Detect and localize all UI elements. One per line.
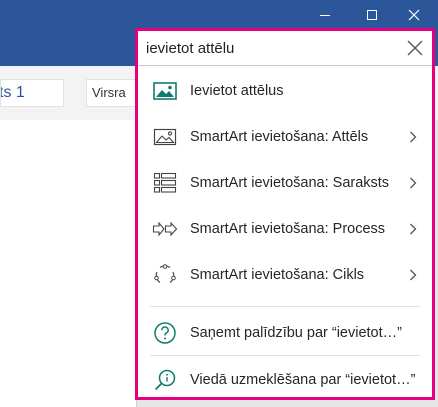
result-smartart-process[interactable]: SmartArt ievietošana: Process <box>138 206 432 252</box>
chevron-right-icon <box>410 131 417 143</box>
smart-lookup-icon <box>152 368 178 392</box>
smart-lookup-label: Viedā uzmeklēšana par “ievietot…” <box>190 372 416 388</box>
result-label: Ievietot attēlus <box>190 83 284 99</box>
picture-icon <box>152 79 178 103</box>
style-gallery-item-1-label: ts 1 <box>0 84 25 101</box>
chevron-right-icon <box>410 177 417 189</box>
divider <box>150 355 420 356</box>
maximize-icon <box>367 9 377 20</box>
maximize-button[interactable] <box>352 0 392 29</box>
smart-lookup-item[interactable]: Viedā uzmeklēšana par “ievietot…” <box>138 357 432 403</box>
title-bar <box>0 0 438 29</box>
close-icon <box>408 9 420 20</box>
clear-search-button[interactable] <box>404 37 426 59</box>
result-label: SmartArt ievietošana: Saraksts <box>190 175 390 191</box>
close-icon <box>407 40 423 56</box>
style-gallery-item-2-label: Virsra <box>92 85 126 100</box>
result-label: SmartArt ievietošana: Process <box>190 221 386 237</box>
result-insert-pictures[interactable]: Ievietot attēlus <box>138 68 432 114</box>
smartart-cycle-icon <box>152 263 178 287</box>
result-label: SmartArt ievietošana: Cikls <box>190 267 365 283</box>
minimize-button[interactable] <box>305 0 345 29</box>
smartart-picture-icon <box>152 125 178 149</box>
minimize-icon <box>320 14 330 16</box>
chevron-right-icon <box>410 223 417 235</box>
smartart-process-icon <box>152 217 178 241</box>
tell-me-panel: Ievietot attēlus SmartArt ievietošana: A… <box>135 28 435 400</box>
chevron-right-icon <box>410 269 417 281</box>
get-help-item[interactable]: Saņemt palīdzību par “ievietot…” <box>138 310 432 356</box>
tell-me-search-input[interactable] <box>146 37 386 59</box>
close-window-button[interactable] <box>394 0 434 29</box>
divider <box>150 306 420 307</box>
help-icon <box>152 321 178 345</box>
tell-me-search-row <box>138 31 432 66</box>
result-smartart-list[interactable]: SmartArt ievietošana: Saraksts <box>138 160 432 206</box>
get-help-label: Saņemt palīdzību par “ievietot…” <box>190 325 402 341</box>
result-smartart-picture[interactable]: SmartArt ievietošana: Attēls <box>138 114 432 160</box>
result-label: SmartArt ievietošana: Attēls <box>190 129 369 145</box>
result-smartart-cycle[interactable]: SmartArt ievietošana: Cikls <box>138 252 432 298</box>
style-gallery-item-1[interactable]: ts 1 <box>0 79 64 107</box>
document-page[interactable] <box>0 120 137 407</box>
smartart-list-icon <box>152 171 178 195</box>
